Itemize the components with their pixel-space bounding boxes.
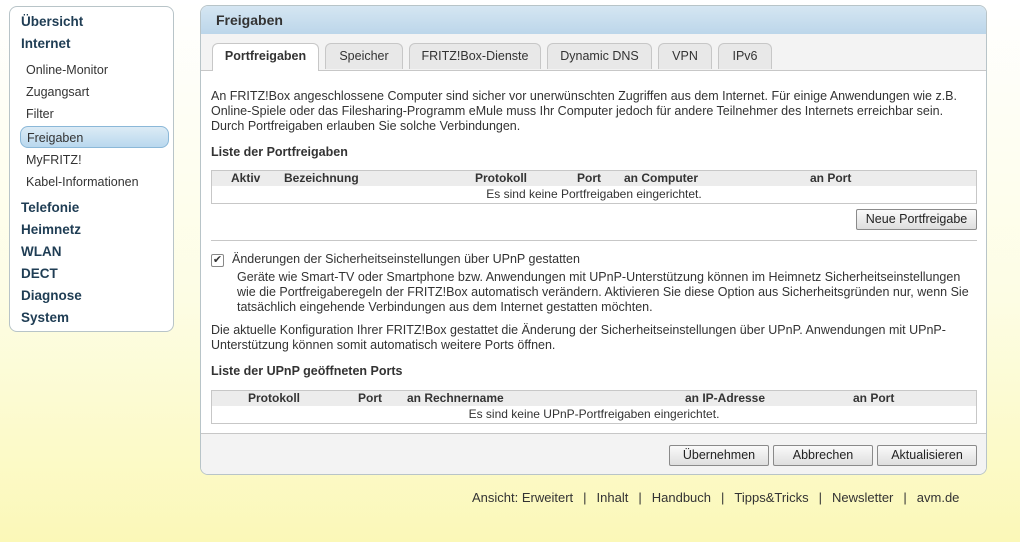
refresh-button[interactable]: Aktualisieren (877, 445, 977, 466)
tab-speicher[interactable]: Speicher (325, 43, 403, 69)
nav-online-monitor[interactable]: Online-Monitor (26, 63, 108, 77)
col-bezeichnung: Bezeichnung (284, 171, 359, 185)
nav-diagnose[interactable]: Diagnose (21, 288, 82, 303)
table-header: Protokoll Port an Rechnername an IP-Adre… (212, 391, 976, 406)
nav-wlan[interactable]: WLAN (21, 244, 62, 259)
sidebar-nav: Übersicht Internet Online-Monitor Zugang… (9, 6, 174, 332)
section-divider (211, 240, 977, 241)
nav-freigaben[interactable]: Freigaben (20, 126, 169, 148)
upnp-description: Geräte wie Smart-TV oder Smartphone bzw.… (237, 270, 969, 314)
link-tipps-tricks[interactable]: Tipps&Tricks (734, 490, 808, 505)
col-protokoll: Protokoll (475, 171, 528, 185)
nav-uebersicht[interactable]: Übersicht (21, 14, 83, 29)
nav-heimnetz[interactable]: Heimnetz (21, 222, 81, 237)
table-empty-message: Es sind keine UPnP-Portfreigaben eingeri… (468, 407, 720, 421)
tab-fritzbox-dienste[interactable]: FRITZ!Box-Dienste (409, 43, 541, 69)
footer-links: Ansicht: Erweitert | Inhalt | Handbuch | Tipps… (472, 490, 959, 505)
upnplist-heading: Liste der UPnP geöffneten Ports (211, 364, 403, 378)
col-an-ip-adresse: an IP-Adresse (685, 391, 766, 405)
apply-button[interactable]: Übernehmen (669, 445, 769, 466)
nav-system[interactable]: System (21, 310, 69, 325)
link-avm[interactable]: avm.de (917, 490, 960, 505)
page-title: Freigaben (216, 12, 283, 28)
portfreigaben-table: Aktiv Bezeichnung Protokoll Port an Comp… (211, 170, 977, 204)
nav-myfritz[interactable]: MyFRITZ! (26, 153, 82, 167)
upnp-ports-table: Protokoll Port an Rechnername an IP-Adre… (211, 390, 977, 424)
tab-portfreigaben[interactable]: Portfreigaben (212, 43, 319, 71)
separator: | (638, 490, 642, 505)
col-port: Port (577, 171, 601, 185)
col-an-port: an Port (810, 171, 852, 185)
panel-header: Freigaben (201, 6, 986, 35)
link-ansicht[interactable]: Ansicht: Erweitert (472, 490, 573, 505)
link-inhalt[interactable]: Inhalt (597, 490, 629, 505)
tab-ipv6[interactable]: IPv6 (718, 43, 772, 69)
nav-zugangsart[interactable]: Zugangsart (26, 85, 89, 99)
cancel-button[interactable]: Abbrechen (773, 445, 873, 466)
nav-telefonie[interactable]: Telefonie (21, 200, 79, 215)
nav-filter[interactable]: Filter (26, 107, 54, 121)
button-bar: Übernehmen Abbrechen Aktualisieren (201, 433, 986, 474)
nav-internet[interactable]: Internet (21, 36, 71, 51)
separator: | (818, 490, 822, 505)
col-an-rechnername: an Rechnername (407, 391, 504, 405)
link-handbuch[interactable]: Handbuch (652, 490, 711, 505)
upnp-config-note: Die aktuelle Konfiguration Ihrer FRITZ!B… (211, 323, 946, 352)
separator: | (583, 490, 587, 505)
tab-bar: Portfreigaben Speicher FRITZ!Box-Dienste… (201, 34, 986, 71)
col-aktiv: Aktiv (231, 171, 261, 185)
col-an-port: an Port (853, 391, 895, 405)
checkmark-icon: ✔ (212, 254, 223, 266)
tab-vpn[interactable]: VPN (658, 43, 712, 69)
main-panel: Freigaben Portfreigaben Speicher FRITZ!B… (200, 5, 987, 475)
col-protokoll: Protokoll (248, 391, 301, 405)
table-header: Aktiv Bezeichnung Protokoll Port an Comp… (212, 171, 976, 186)
separator: | (903, 490, 907, 505)
col-an-computer: an Computer (624, 171, 699, 185)
table-empty-message: Es sind keine Portfreigaben eingerichtet… (486, 187, 702, 201)
separator: | (721, 490, 725, 505)
tab-dynamic-dns[interactable]: Dynamic DNS (547, 43, 652, 69)
nav-kabel-informationen[interactable]: Kabel-Informationen (26, 175, 139, 189)
link-newsletter[interactable]: Newsletter (832, 490, 893, 505)
upnp-checkbox-label[interactable]: Änderungen der Sicherheitseinstellungen … (232, 252, 972, 267)
neue-portfreigabe-button[interactable]: Neue Portfreigabe (856, 209, 977, 230)
intro-text: An FRITZ!Box angeschlossene Computer sin… (211, 89, 957, 133)
col-port: Port (358, 391, 382, 405)
upnp-checkbox[interactable]: ✔ (211, 254, 224, 267)
nav-dect[interactable]: DECT (21, 266, 58, 281)
portlist-heading: Liste der Portfreigaben (211, 145, 348, 159)
